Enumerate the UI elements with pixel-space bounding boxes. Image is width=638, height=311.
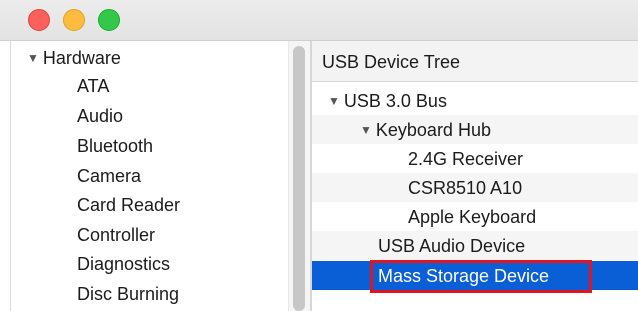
sidebar: ▼ Hardware ATA Audio Bluetooth Camera Car… [10, 41, 311, 311]
detail-header: USB Device Tree [312, 41, 638, 82]
tree-row-keyboard-hub[interactable]: ▼ Keyboard Hub [312, 115, 638, 144]
disclosure-triangle-expanded-icon[interactable]: ▼ [360, 119, 372, 141]
annotation-highlight-box [370, 260, 592, 293]
sidebar-item-card-reader[interactable]: Card Reader [77, 194, 180, 216]
sidebar-scrollbar-thumb[interactable] [293, 46, 305, 311]
sidebar-item-bluetooth[interactable]: Bluetooth [77, 135, 153, 157]
sidebar-item-controller[interactable]: Controller [77, 224, 155, 246]
tree-row-label: USB 3.0 Bus [343, 91, 447, 111]
tree-row-label: CSR8510 A10 [408, 178, 523, 198]
sidebar-item-diagnostics[interactable]: Diagnostics [77, 253, 170, 275]
tree-row-usb-3-bus[interactable]: ▼ USB 3.0 Bus [312, 86, 638, 115]
tree-row-apple-keyboard[interactable]: Apple Keyboard [312, 202, 638, 231]
sidebar-section-label: Hardware [42, 48, 121, 68]
close-button[interactable] [28, 9, 50, 31]
page-title: USB Device Tree [322, 52, 461, 72]
tree-row-csr8510-a10[interactable]: CSR8510 A10 [312, 173, 638, 202]
zoom-button[interactable] [98, 9, 120, 31]
tree-row-2-4g-receiver[interactable]: 2.4G Receiver [312, 144, 638, 173]
tree-row-label: USB Audio Device [378, 236, 526, 256]
disclosure-triangle-expanded-icon[interactable]: ▼ [27, 47, 39, 69]
sidebar-item-ata[interactable]: ATA [77, 75, 109, 97]
system-information-window: ▼ Hardware ATA Audio Bluetooth Camera Car… [0, 0, 638, 311]
minimize-button[interactable] [63, 9, 85, 31]
title-bar[interactable] [0, 0, 638, 41]
tree-row-label: Keyboard Hub [375, 120, 491, 140]
tree-row-usb-audio-device[interactable]: USB Audio Device [312, 231, 638, 260]
sidebar-section-hardware[interactable]: ▼ Hardware [27, 47, 121, 69]
tree-row-label: 2.4G Receiver [408, 149, 524, 169]
tree-row-label: Apple Keyboard [408, 207, 537, 227]
sidebar-item-camera[interactable]: Camera [77, 165, 141, 187]
sidebar-item-disc-burning[interactable]: Disc Burning [77, 283, 179, 305]
sidebar-item-audio[interactable]: Audio [77, 105, 123, 127]
disclosure-triangle-expanded-icon[interactable]: ▼ [328, 90, 340, 112]
